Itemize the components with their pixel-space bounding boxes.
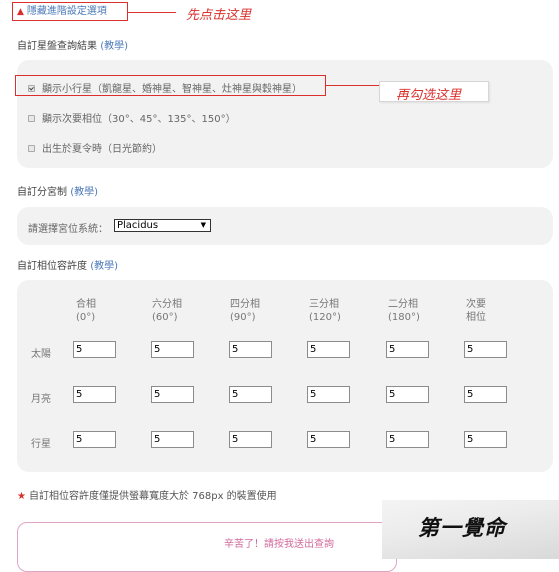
orb-input[interactable]: 5 — [73, 386, 116, 403]
orb-input[interactable]: 5 — [73, 341, 116, 358]
row-label-sun: 太陽 — [31, 349, 51, 360]
orb-input[interactable]: 5 — [73, 431, 116, 448]
orb-input[interactable]: 5 — [151, 386, 194, 403]
checkbox-asteroids[interactable] — [28, 84, 35, 92]
annotation-line-second — [326, 85, 380, 86]
annotation-first: 先点击这里 — [186, 8, 252, 23]
orb-input[interactable]: 5 — [386, 431, 429, 448]
annotation-line-first — [128, 12, 176, 13]
watermark-logo: 第一覺命 — [418, 516, 506, 540]
orb-input[interactable]: 5 — [464, 431, 507, 448]
orb-input[interactable]: 5 — [386, 386, 429, 403]
orb-input[interactable]: 5 — [307, 341, 350, 358]
submit-button-label: 辛苦了！請按我送出查詢 — [224, 539, 334, 550]
option-asteroids-label: 顯示小行星（凱龍星、婚神星、智神星、灶神星與穀神星） — [42, 84, 302, 95]
tutorial-link-orb[interactable]: (教學) — [90, 261, 118, 272]
option-minor-aspects-label: 顯示次要相位（30°、45°、135°、150°） — [42, 114, 236, 125]
orb-input[interactable]: 5 — [151, 431, 194, 448]
orb-note: ★ 自訂相位容許度僅提供螢幕寬度大於 768px 的裝置使用 — [17, 491, 277, 502]
option-dst[interactable]: 出生於夏令時（日光節約） — [28, 140, 162, 155]
checkbox-minor-aspects[interactable] — [28, 114, 35, 122]
submit-button[interactable] — [17, 522, 397, 572]
option-dst-label: 出生於夏令時（日光節約） — [42, 144, 162, 155]
orb-input[interactable]: 5 — [229, 386, 272, 403]
orb-input[interactable]: 5 — [151, 341, 194, 358]
house-system-select[interactable]: Placidus ▼ — [114, 219, 211, 232]
house-system-label: 請選擇宮位系統： — [28, 224, 108, 235]
section-title-house: 自訂分宮制 (教學) — [17, 187, 98, 198]
annotation-box-second: 再勾选这里 — [379, 81, 489, 103]
orb-input[interactable]: 5 — [464, 386, 507, 403]
row-label-moon: 月亮 — [31, 394, 51, 405]
row-label-planets: 行星 — [31, 439, 51, 450]
annotation-second: 再勾选这里 — [396, 88, 462, 103]
dropdown-arrow-icon: ▼ — [200, 221, 206, 229]
column-header: 次要 相位 — [466, 299, 486, 323]
toggle-advanced-label: 隱藏進階設定選項 — [26, 6, 107, 17]
column-header: 四分相 (90°) — [230, 299, 260, 323]
column-header: 六分相 (60°) — [152, 299, 182, 323]
tutorial-link-result[interactable]: (教學) — [100, 41, 128, 52]
section-title-result: 自訂星盤查詢結果 (教學) — [17, 41, 128, 52]
star-icon: ★ — [17, 491, 26, 502]
option-minor-aspects[interactable]: 顯示次要相位（30°、45°、135°、150°） — [28, 110, 236, 125]
checkbox-dst[interactable] — [28, 144, 35, 152]
orb-input[interactable]: 5 — [464, 341, 507, 358]
section-title-orb: 自訂相位容許度 (教學) — [17, 261, 118, 272]
tutorial-link-house[interactable]: (教學) — [70, 187, 98, 198]
orb-input[interactable]: 5 — [307, 431, 350, 448]
toggle-advanced-link[interactable]: ▲ 隱藏進階設定選項 — [12, 2, 128, 21]
column-header: 二分相 (180°) — [388, 299, 420, 323]
orb-input[interactable]: 5 — [307, 386, 350, 403]
column-header: 合相 (0°) — [76, 299, 96, 323]
triangle-up-icon: ▲ — [17, 7, 24, 17]
column-header: 三分相 (120°) — [309, 299, 341, 323]
orb-input[interactable]: 5 — [386, 341, 429, 358]
option-asteroids[interactable]: 顯示小行星（凱龍星、婚神星、智神星、灶神星與穀神星） — [28, 80, 302, 95]
orb-input[interactable]: 5 — [229, 431, 272, 448]
orb-input[interactable]: 5 — [229, 341, 272, 358]
